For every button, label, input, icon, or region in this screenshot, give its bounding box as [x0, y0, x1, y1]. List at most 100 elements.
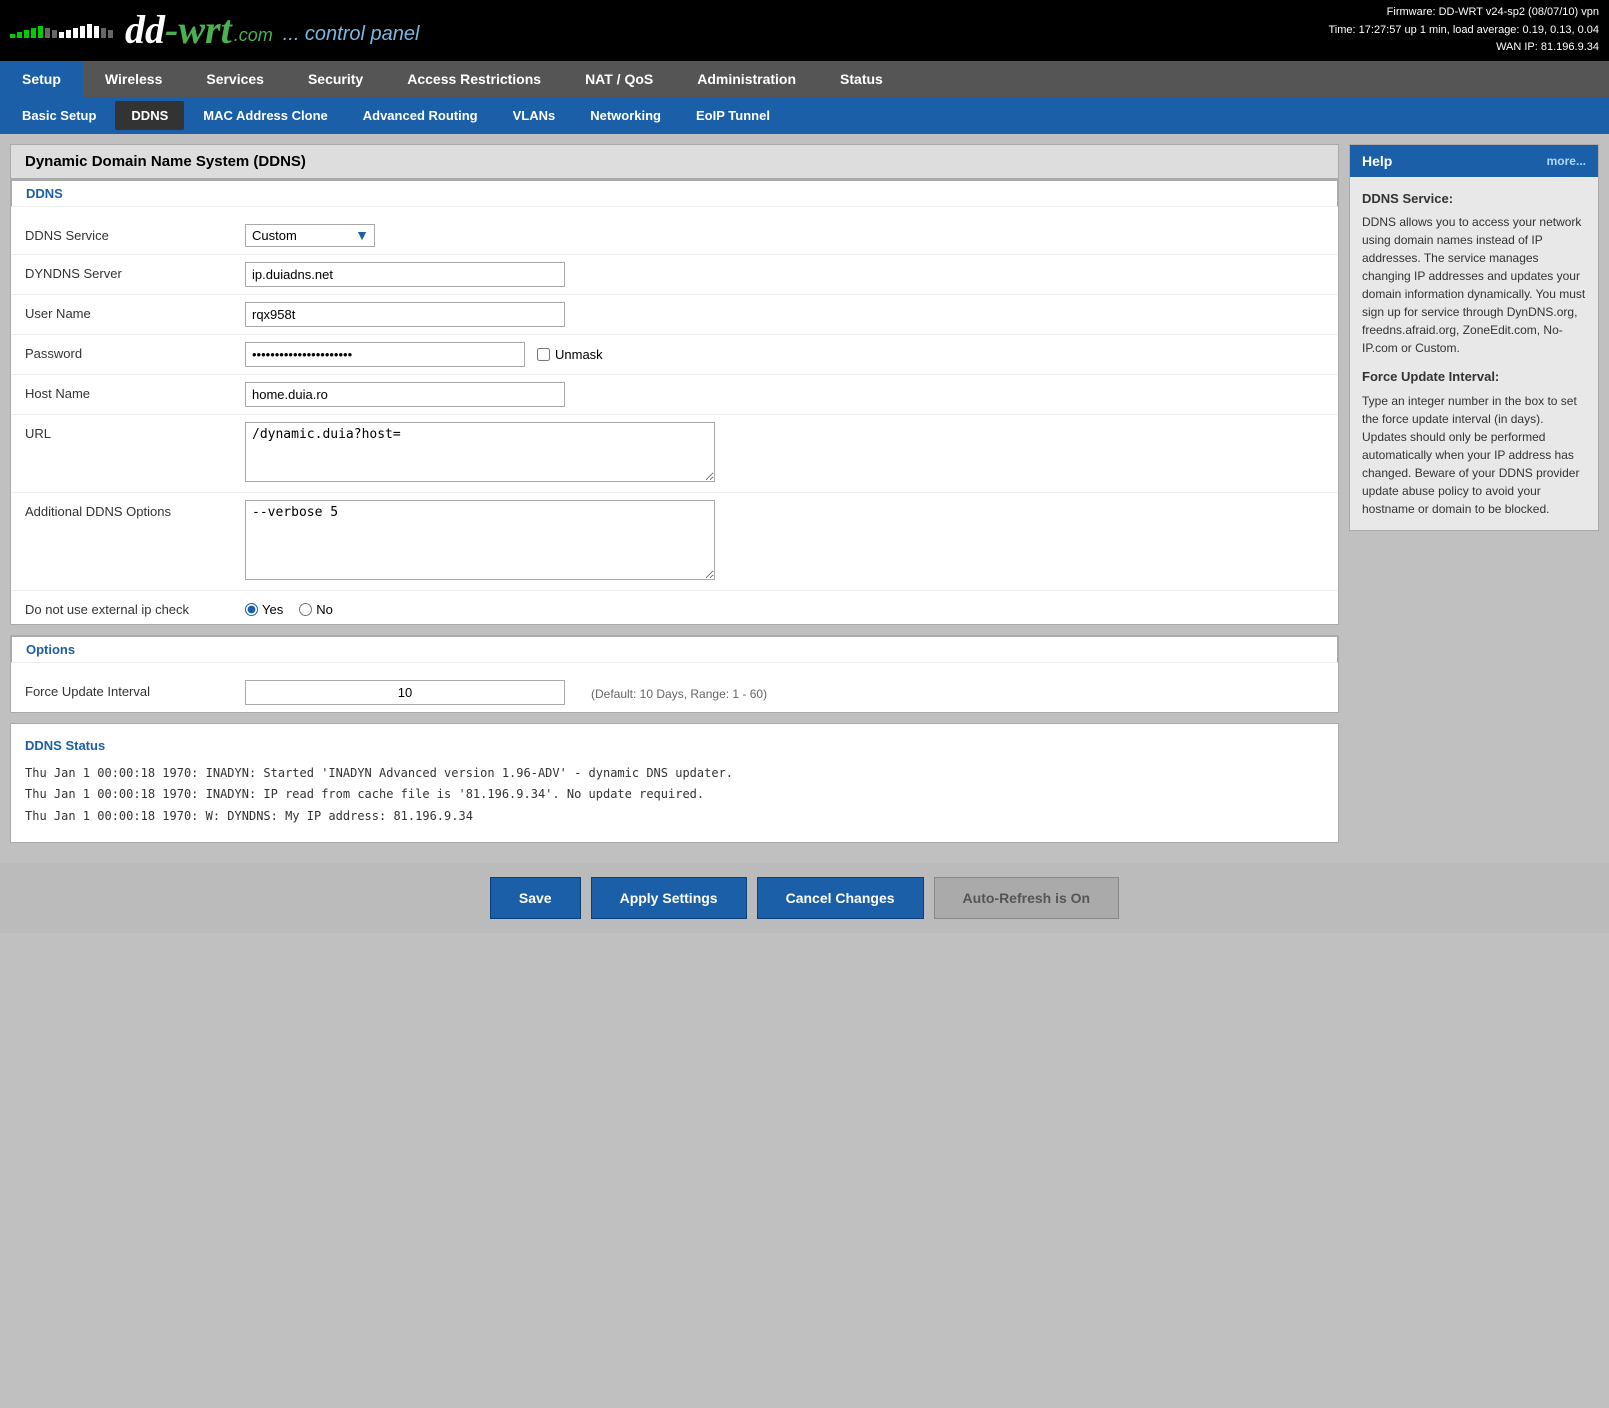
signal-bar-1	[10, 34, 15, 38]
additional-options-row: Additional DDNS Options --verbose 5	[11, 493, 1338, 591]
nav-administration[interactable]: Administration	[675, 61, 818, 97]
ddns-service-row: DDNS Service Custom DynDNS freedns.afrai…	[11, 217, 1338, 255]
nav-services[interactable]: Services	[184, 61, 286, 97]
no-radio[interactable]	[299, 603, 312, 616]
nav-status[interactable]: Status	[818, 61, 905, 97]
force-update-note: (Default: 10 Days, Range: 1 - 60)	[591, 683, 767, 701]
signal-bar-9	[66, 30, 71, 38]
subnav-vlans[interactable]: VLANs	[497, 101, 572, 130]
nav-security[interactable]: Security	[286, 61, 385, 97]
logo-dd: dd-wrt	[125, 10, 232, 50]
dyndns-server-input[interactable]	[245, 262, 565, 287]
yes-radio[interactable]	[245, 603, 258, 616]
time-text: Time: 17:27:57 up 1 min, load average: 0…	[1329, 22, 1600, 40]
help-header: Help more...	[1350, 145, 1598, 177]
dyndns-server-control	[245, 262, 1324, 287]
url-row: URL /dynamic.duia?host=	[11, 415, 1338, 493]
additional-options-textarea[interactable]: --verbose 5	[245, 500, 715, 580]
unmask-label[interactable]: Unmask	[537, 347, 603, 362]
subnav-advanced-routing[interactable]: Advanced Routing	[347, 101, 494, 130]
force-update-row: Force Update Interval (Default: 10 Days,…	[11, 673, 1338, 712]
ddns-section-label: DDNS	[11, 180, 1338, 207]
subnav-ddns[interactable]: DDNS	[115, 101, 184, 130]
signal-bar-15	[108, 30, 113, 38]
options-section-label: Options	[11, 636, 1338, 663]
nav-wireless[interactable]: Wireless	[83, 61, 184, 97]
nav-access-restrictions[interactable]: Access Restrictions	[385, 61, 563, 97]
url-label: URL	[25, 422, 245, 441]
ddns-service-select[interactable]: Custom DynDNS freedns.afraid.org ZoneEdi…	[245, 224, 375, 247]
external-ip-control: Yes No	[245, 598, 1324, 617]
page-content: Dynamic Domain Name System (DDNS) DDNS D…	[0, 134, 1609, 863]
signal-bar-4	[31, 28, 36, 38]
page-title: Dynamic Domain Name System (DDNS)	[25, 153, 306, 170]
external-ip-row: Do not use external ip check Yes No	[11, 591, 1338, 624]
password-input[interactable]	[245, 342, 525, 367]
force-update-label: Force Update Interval	[25, 680, 245, 699]
additional-options-control: --verbose 5	[245, 500, 1324, 583]
ddns-status-log: Thu Jan 1 00:00:18 1970: INADYN: Started…	[25, 763, 1324, 828]
signal-bar-6	[45, 28, 50, 38]
help-more-link[interactable]: more...	[1547, 154, 1586, 168]
sub-nav: Basic Setup DDNS MAC Address Clone Advan…	[0, 97, 1609, 134]
url-control: /dynamic.duia?host=	[245, 422, 1324, 485]
help-title: Help	[1362, 153, 1392, 169]
signal-bar-11	[80, 26, 85, 38]
signal-bar-5	[38, 26, 43, 38]
ddns-service-control: Custom DynDNS freedns.afraid.org ZoneEdi…	[245, 224, 1324, 247]
top-nav: Setup Wireless Services Security Access …	[0, 61, 1609, 97]
dyndns-server-label: DYNDNS Server	[25, 262, 245, 281]
subnav-basic-setup[interactable]: Basic Setup	[6, 101, 112, 130]
help-panel: Help more... DDNS Service: DDNS allows y…	[1349, 144, 1599, 531]
signal-bar-2	[17, 32, 22, 38]
auto-refresh-button[interactable]: Auto-Refresh is On	[934, 877, 1120, 919]
firmware-text: Firmware: DD-WRT v24-sp2 (08/07/10) vpn	[1329, 4, 1600, 22]
help-force-update-heading: Force Update Interval:	[1362, 367, 1586, 387]
force-update-area: (Default: 10 Days, Range: 1 - 60)	[245, 680, 1324, 705]
ddns-service-select-wrapper: Custom DynDNS freedns.afraid.org ZoneEdi…	[245, 224, 375, 247]
username-row: User Name	[11, 295, 1338, 335]
signal-bars	[10, 22, 113, 38]
force-update-input[interactable]	[245, 680, 565, 705]
ddns-section: DDNS DDNS Service Custom DynDNS freedns.…	[10, 179, 1339, 625]
help-body: DDNS Service: DDNS allows you to access …	[1350, 177, 1598, 530]
no-radio-label[interactable]: No	[299, 602, 333, 617]
help-force-update-text: Type an integer number in the box to set…	[1362, 392, 1586, 518]
side-panel: Help more... DDNS Service: DDNS allows y…	[1349, 144, 1599, 853]
hostname-row: Host Name	[11, 375, 1338, 415]
signal-bar-10	[73, 28, 78, 38]
status-log-line-2: Thu Jan 1 00:00:18 1970: INADYN: IP read…	[25, 784, 1324, 806]
header: dd-wrt .com ... control panel Firmware: …	[0, 0, 1609, 61]
nav-nat-qos[interactable]: NAT / QoS	[563, 61, 675, 97]
wan-ip-text: WAN IP: 81.196.9.34	[1329, 39, 1600, 57]
subnav-eoip-tunnel[interactable]: EoIP Tunnel	[680, 101, 786, 130]
username-input[interactable]	[245, 302, 565, 327]
subnav-mac-address-clone[interactable]: MAC Address Clone	[187, 101, 343, 130]
password-control: Unmask	[245, 342, 1324, 367]
logo: dd-wrt .com ... control panel	[125, 10, 419, 50]
hostname-control	[245, 382, 1324, 407]
subnav-networking[interactable]: Networking	[574, 101, 677, 130]
cancel-changes-button[interactable]: Cancel Changes	[757, 877, 924, 919]
force-update-control: (Default: 10 Days, Range: 1 - 60)	[245, 680, 1324, 705]
logo-area: dd-wrt .com ... control panel	[10, 10, 419, 50]
signal-bar-14	[101, 28, 106, 38]
unmask-checkbox[interactable]	[537, 348, 550, 361]
nav-setup[interactable]: Setup	[0, 61, 83, 97]
signal-bar-3	[24, 30, 29, 38]
password-area: Unmask	[245, 342, 1324, 367]
dyndns-server-row: DYNDNS Server	[11, 255, 1338, 295]
logo-control-panel: ... control panel	[283, 23, 420, 46]
external-ip-radio-group: Yes No	[245, 598, 1324, 617]
signal-bar-8	[59, 32, 64, 38]
help-ddns-service-text: DDNS allows you to access your network u…	[1362, 213, 1586, 357]
url-textarea[interactable]: /dynamic.duia?host=	[245, 422, 715, 482]
apply-settings-button[interactable]: Apply Settings	[591, 877, 747, 919]
page-title-bar: Dynamic Domain Name System (DDNS)	[10, 144, 1339, 179]
yes-radio-label[interactable]: Yes	[245, 602, 283, 617]
save-button[interactable]: Save	[490, 877, 581, 919]
signal-bar-7	[52, 30, 57, 38]
ddns-service-label: DDNS Service	[25, 224, 245, 243]
signal-bar-12	[87, 24, 92, 38]
hostname-input[interactable]	[245, 382, 565, 407]
